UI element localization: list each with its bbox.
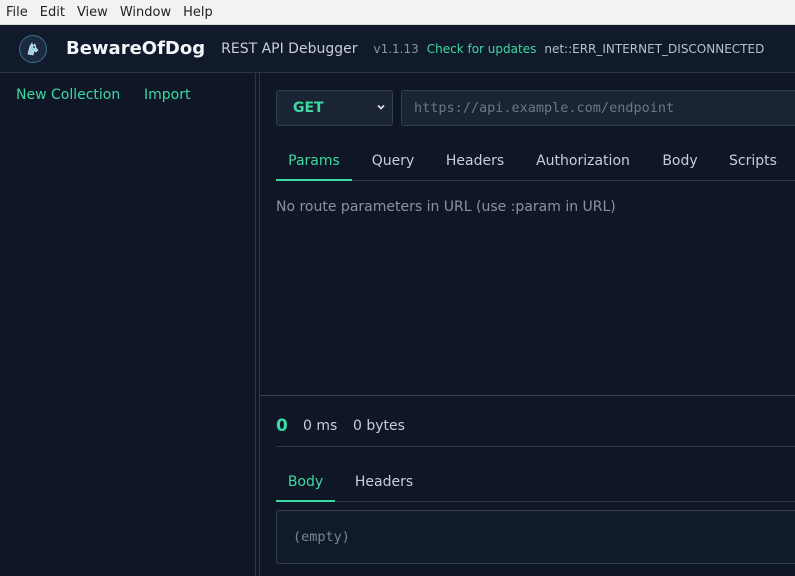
panel-splitter[interactable] bbox=[260, 395, 795, 396]
response-body-text: (empty) bbox=[293, 529, 350, 545]
sidebar: New Collection Import bbox=[0, 73, 255, 576]
menu-view[interactable]: View bbox=[73, 5, 112, 20]
response-status-bar: 0 0 ms 0 bytes bbox=[276, 411, 795, 447]
menu-help[interactable]: Help bbox=[179, 5, 217, 20]
tab-params[interactable]: Params bbox=[276, 142, 352, 181]
response-time: 0 ms bbox=[303, 418, 338, 434]
dog-logo-icon bbox=[19, 34, 47, 63]
tab-authorization[interactable]: Authorization bbox=[526, 142, 640, 180]
response-body-viewer: (empty) bbox=[276, 510, 795, 564]
request-tabs: Params Query Headers Authorization Body … bbox=[276, 142, 795, 181]
app-subtitle: REST API Debugger bbox=[221, 40, 358, 57]
tab-query[interactable]: Query bbox=[362, 142, 424, 180]
tab-response-headers[interactable]: Headers bbox=[346, 463, 422, 501]
url-input[interactable]: https://api.example.com/endpoint bbox=[401, 90, 795, 126]
tab-scripts[interactable]: Scripts bbox=[720, 142, 786, 180]
tab-headers[interactable]: Headers bbox=[436, 142, 514, 180]
response-tabs: Body Headers bbox=[276, 463, 795, 502]
method-value: GET bbox=[293, 100, 324, 116]
params-empty-message: No route parameters in URL (use :param i… bbox=[276, 199, 616, 215]
menu-window[interactable]: Window bbox=[116, 5, 175, 20]
menu-file[interactable]: File bbox=[2, 5, 32, 20]
menu-edit[interactable]: Edit bbox=[36, 5, 69, 20]
tab-body[interactable]: Body bbox=[652, 142, 708, 180]
menu-bar: File Edit View Window Help bbox=[0, 0, 795, 25]
app-name: BewareOfDog bbox=[66, 38, 206, 59]
network-status: net::ERR_INTERNET_DISCONNECTED bbox=[544, 41, 765, 56]
new-collection-button[interactable]: New Collection bbox=[16, 87, 120, 103]
method-select[interactable]: GET bbox=[276, 90, 393, 126]
response-size: 0 bytes bbox=[353, 418, 405, 434]
main-panel: GET https://api.example.com/endpoint Par… bbox=[260, 73, 795, 576]
chevron-down-icon bbox=[377, 104, 385, 110]
url-placeholder: https://api.example.com/endpoint bbox=[414, 100, 675, 116]
app-header: BewareOfDog REST API Debugger v1.1.13 Ch… bbox=[0, 25, 795, 73]
status-code: 0 bbox=[276, 416, 288, 436]
app-version: v1.1.13 bbox=[373, 41, 419, 56]
tab-response-body[interactable]: Body bbox=[276, 463, 335, 502]
import-button[interactable]: Import bbox=[144, 87, 190, 103]
check-updates-link[interactable]: Check for updates bbox=[427, 42, 537, 56]
